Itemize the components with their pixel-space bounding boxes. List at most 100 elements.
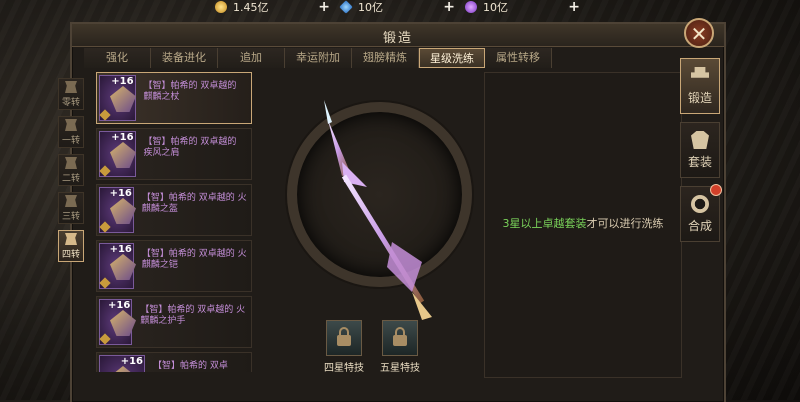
resource-crystal: 10亿 +: [455, 0, 580, 15]
staff-weapon-image: [324, 100, 432, 320]
trophy-icon: [65, 119, 77, 131]
resource-gold: 1.45亿 +: [205, 0, 330, 15]
gold-amount: 1.45亿: [233, 1, 269, 14]
item-level: +16: [111, 76, 134, 87]
item-thumbnail: +16: [99, 75, 136, 121]
equipment-list: +16 【智】帕希的 双卓越的 麒麟之杖 +16 【智】帕希的 双卓越的 疾风之…: [96, 72, 252, 372]
notice-text: 才可以进行洗练: [586, 217, 664, 230]
add-gold-button[interactable]: +: [318, 0, 330, 15]
notification-dot: [710, 184, 722, 196]
pauldron-icon: [110, 142, 136, 168]
close-button[interactable]: ✕: [684, 18, 714, 48]
rebirth-tab-3[interactable]: 三转: [58, 192, 84, 224]
rebirth-tab-0[interactable]: 零转: [58, 78, 84, 110]
skill-slot-4star[interactable]: 四星特技: [324, 320, 364, 374]
close-icon: ✕: [690, 22, 708, 46]
item-name: 【智】帕希的 双卓越的 疾风之肩: [143, 137, 237, 158]
armor-set-icon: [691, 131, 709, 149]
skill-label: 五星特技: [380, 363, 420, 374]
tab-star-reroll[interactable]: 星级洗练: [419, 48, 485, 68]
rarity-icon: [99, 277, 111, 289]
item-level: +16: [109, 188, 132, 199]
gem-amount: 10亿: [358, 1, 383, 14]
rebirth-tab-4[interactable]: 四转: [58, 230, 84, 262]
resource-gem: 10亿 +: [330, 0, 455, 15]
function-tabs: 锻造 套装 合成: [680, 58, 722, 242]
rarity-icon: [99, 221, 111, 233]
notice-highlight: 3星以上卓越套装: [502, 217, 587, 230]
list-item[interactable]: +16 【智】帕希的 双卓越的 火麒麟之盔: [96, 184, 252, 236]
rebirth-tab-1[interactable]: 一转: [58, 116, 84, 148]
item-level: +16: [120, 356, 143, 367]
list-item[interactable]: +16 【智】帕希的 双卓: [96, 352, 252, 372]
side-tab-label: 套装: [687, 155, 712, 169]
item-thumbnail: +16: [99, 131, 136, 177]
lock-icon: [393, 327, 407, 346]
tab-lucky[interactable]: 幸运附加: [285, 48, 352, 68]
synthesis-ring-icon: [691, 195, 709, 213]
resource-bar: 1.45亿 + 10亿 + 10亿 +: [205, 0, 595, 15]
title-bar: 锻造: [72, 24, 724, 47]
list-item[interactable]: +16 【智】帕希的 双卓越的 麒麟之杖: [96, 72, 252, 124]
list-item[interactable]: +16 【智】帕希的 双卓越的 火麒麟之铠: [96, 240, 252, 292]
tab-bar: 强化 装备进化 追加 幸运附加 翅膀精炼 星级洗练 属性转移: [84, 48, 552, 68]
item-name: 【智】帕希的 双卓越的 火麒麟之护手: [140, 305, 246, 326]
rarity-icon: [99, 165, 111, 177]
item-thumbnail: +16: [99, 187, 136, 233]
staff-icon: [110, 86, 136, 112]
crystal-amount: 10亿: [483, 1, 508, 14]
item-level: +16: [108, 300, 131, 311]
side-tab-synthesis[interactable]: 合成: [680, 184, 722, 242]
gold-coin-icon: [215, 1, 227, 13]
trophy-icon: [65, 157, 77, 169]
item-level: +16: [109, 244, 132, 255]
rebirth-tab-2[interactable]: 二转: [58, 154, 84, 186]
tab-evolve[interactable]: 装备进化: [151, 48, 218, 68]
list-item[interactable]: +16 【智】帕希的 双卓越的 火麒麟之护手: [96, 296, 252, 348]
item-thumbnail: +16: [99, 299, 136, 345]
add-crystal-button[interactable]: +: [568, 0, 580, 15]
trophy-icon: [65, 233, 77, 245]
tab-enhance[interactable]: 强化: [84, 48, 151, 68]
item-preview: 四星特技 五星特技: [252, 72, 482, 376]
rarity-icon: [99, 109, 111, 121]
item-name: 【智】帕希的 双卓: [153, 361, 228, 371]
lock-icon: [337, 327, 351, 346]
tab-wing-refine[interactable]: 翅膀精炼: [352, 48, 419, 68]
purple-crystal-icon: [465, 1, 477, 13]
item-name: 【智】帕希的 双卓越的 火麒麟之铠: [141, 249, 247, 270]
anvil-icon: [691, 67, 709, 78]
rebirth-label: 零转: [61, 98, 80, 108]
tab-append[interactable]: 追加: [218, 48, 285, 68]
window-title: 锻造: [382, 31, 413, 46]
item-thumbnail: +16: [99, 243, 136, 289]
trophy-icon: [65, 81, 77, 93]
side-tab-set[interactable]: 套装: [680, 122, 720, 178]
skill-label: 四星特技: [324, 363, 364, 374]
skill-box: [382, 320, 418, 356]
armor-icon: [110, 254, 136, 280]
skill-box: [326, 320, 362, 356]
item-level: +16: [111, 132, 134, 143]
side-tab-label: 锻造: [687, 91, 712, 105]
gauntlet-icon: [110, 310, 136, 336]
rebirth-label: 二转: [61, 174, 80, 184]
rebirth-label: 三转: [61, 212, 80, 222]
list-item[interactable]: +16 【智】帕希的 双卓越的 疾风之肩: [96, 128, 252, 180]
rebirth-label: 四转: [61, 250, 80, 260]
helmet-icon: [110, 198, 136, 224]
tab-attr-transfer[interactable]: 属性转移: [485, 48, 552, 68]
side-tab-label: 合成: [687, 219, 712, 233]
trophy-icon: [65, 195, 77, 207]
add-gem-button[interactable]: +: [443, 0, 455, 15]
skill-slot-5star[interactable]: 五星特技: [380, 320, 420, 374]
rarity-icon: [99, 333, 111, 345]
blue-gem-icon: [339, 0, 353, 14]
side-tab-forge[interactable]: 锻造: [680, 58, 720, 114]
rebirth-tabs: 零转 一转 二转 三转 四转: [58, 78, 84, 262]
item-thumbnail: +16: [99, 355, 145, 372]
item-name: 【智】帕希的 双卓越的 麒麟之杖: [143, 81, 237, 102]
item-name: 【智】帕希的 双卓越的 火麒麟之盔: [141, 193, 247, 214]
reroll-panel: 3星以上卓越套装才可以进行洗练: [484, 72, 682, 378]
requirement-notice: 3星以上卓越套装才可以进行洗练: [485, 215, 681, 231]
